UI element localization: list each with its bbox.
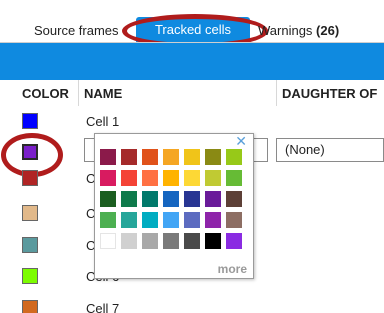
warnings-count: (26) <box>316 23 340 38</box>
palette-color-swatch[interactable] <box>100 170 116 186</box>
table-header: COLOR NAME DAUGHTER OF <box>0 80 384 106</box>
color-swatch[interactable] <box>22 268 38 284</box>
palette-color-swatch[interactable] <box>163 170 179 186</box>
palette-color-swatch[interactable] <box>205 212 221 228</box>
palette-color-swatch[interactable] <box>121 191 137 207</box>
palette-color-swatch[interactable] <box>184 191 200 207</box>
palette-color-swatch[interactable] <box>184 149 200 165</box>
close-icon[interactable]: ✕ <box>235 134 247 148</box>
palette-color-swatch[interactable] <box>142 149 158 165</box>
column-divider[interactable] <box>78 80 79 106</box>
palette-color-swatch[interactable] <box>184 233 200 249</box>
column-header-daughter-of[interactable]: DAUGHTER OF <box>282 86 377 101</box>
palette-color-swatch[interactable] <box>226 212 242 228</box>
palette-color-swatch[interactable] <box>142 170 158 186</box>
palette-color-swatch[interactable] <box>100 149 116 165</box>
palette-color-swatch[interactable] <box>121 170 137 186</box>
palette-color-swatch[interactable] <box>205 170 221 186</box>
palette-color-swatch[interactable] <box>163 212 179 228</box>
palette-color-swatch[interactable] <box>100 191 116 207</box>
palette-color-swatch[interactable] <box>121 233 137 249</box>
palette-color-swatch[interactable] <box>184 212 200 228</box>
daughter-of-select[interactable]: (None) <box>276 138 384 162</box>
toolbar-band <box>0 43 384 80</box>
more-colors-link[interactable]: more <box>218 262 247 276</box>
palette-color-swatch[interactable] <box>205 191 221 207</box>
color-swatch[interactable] <box>22 170 38 186</box>
palette-color-swatch[interactable] <box>226 191 242 207</box>
palette-color-swatch[interactable] <box>205 149 221 165</box>
palette-color-swatch[interactable] <box>142 233 158 249</box>
palette-color-swatch[interactable] <box>205 233 221 249</box>
palette-color-swatch[interactable] <box>226 233 242 249</box>
color-swatch[interactable] <box>22 300 38 313</box>
color-picker-popup: ✕ more <box>94 133 254 279</box>
column-divider[interactable] <box>276 80 277 106</box>
column-header-name[interactable]: NAME <box>84 86 122 101</box>
palette-color-swatch[interactable] <box>163 233 179 249</box>
tab-warnings[interactable]: Warnings (26) <box>258 20 339 42</box>
tab-warnings-label: Warnings <box>258 23 317 38</box>
tab-source-frames[interactable]: Source frames <box>34 20 119 42</box>
palette-color-swatch[interactable] <box>184 170 200 186</box>
color-swatch[interactable] <box>22 237 38 253</box>
cell-name[interactable]: Cell 1 <box>86 114 119 129</box>
palette-color-swatch[interactable] <box>163 191 179 207</box>
palette-color-swatch[interactable] <box>142 212 158 228</box>
table-row[interactable]: Cell 7 <box>0 298 384 313</box>
palette-color-swatch[interactable] <box>100 233 116 249</box>
palette-color-swatch[interactable] <box>226 170 242 186</box>
palette-color-swatch[interactable] <box>100 212 116 228</box>
cell-name[interactable]: Cell 7 <box>86 301 119 313</box>
palette-color-swatch[interactable] <box>121 212 137 228</box>
palette-color-swatch[interactable] <box>226 149 242 165</box>
palette-color-swatch[interactable] <box>163 149 179 165</box>
palette-color-swatch[interactable] <box>142 191 158 207</box>
tab-tracked-cells[interactable]: Tracked cells <box>122 14 268 48</box>
color-swatch[interactable] <box>22 113 38 129</box>
column-header-color[interactable]: COLOR <box>22 86 69 101</box>
color-swatch[interactable] <box>22 205 38 221</box>
palette-color-swatch[interactable] <box>121 149 137 165</box>
